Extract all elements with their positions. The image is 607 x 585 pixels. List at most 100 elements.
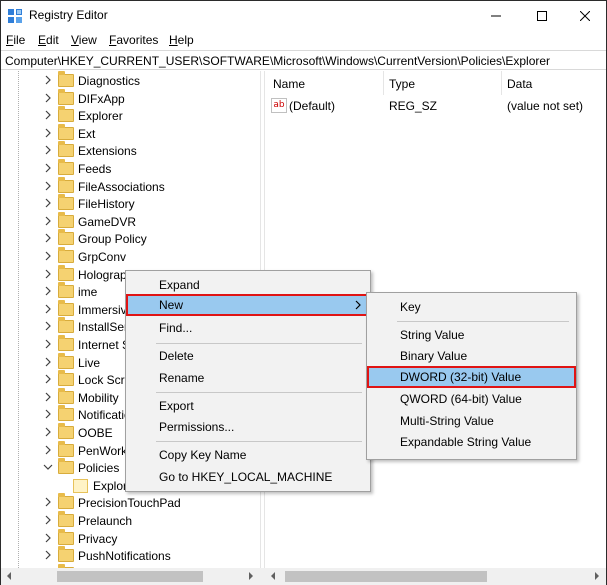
- chevron-right-icon[interactable]: [43, 269, 53, 279]
- tree-item[interactable]: Privacy: [1, 528, 260, 548]
- chevron-right-icon[interactable]: [43, 110, 53, 120]
- maximize-icon: [537, 10, 547, 21]
- context-item-rename[interactable]: Rename: [126, 367, 370, 389]
- submenu-item-string-value[interactable]: String Value: [367, 324, 576, 346]
- menu-separator: [156, 441, 362, 442]
- context-item-permissions[interactable]: Permissions...: [126, 416, 370, 438]
- scroll-left-icon[interactable]: [5, 572, 13, 580]
- tree-item[interactable]: GameDVR: [1, 211, 260, 231]
- context-item-label: Permissions...: [159, 420, 235, 434]
- folder-icon: [58, 71, 74, 87]
- submenu-item-label: Binary Value: [400, 349, 468, 363]
- context-item-find[interactable]: Find...: [126, 317, 370, 339]
- tree-item-label: GrpConv: [78, 250, 127, 264]
- chevron-right-icon[interactable]: [43, 304, 53, 314]
- folder-shape: [58, 511, 74, 527]
- context-item-goto-hklm[interactable]: Go to HKEY_LOCAL_MACHINE: [126, 466, 370, 488]
- menu-file[interactable]: File: [6, 33, 25, 47]
- submenu-item-dword-value[interactable]: DWORD (32-bit) Value: [367, 366, 576, 388]
- context-item-delete[interactable]: Delete: [126, 345, 370, 367]
- chevron-right-icon[interactable]: [43, 321, 53, 331]
- menu-view[interactable]: View: [71, 33, 97, 47]
- context-item-new[interactable]: New: [126, 294, 370, 316]
- chevron-right-icon[interactable]: [43, 198, 53, 208]
- address-path[interactable]: Computer\HKEY_CURRENT_USER\SOFTWARE\Micr…: [5, 54, 550, 68]
- scroll-right-icon[interactable]: [247, 572, 255, 580]
- chevron-right-icon[interactable]: [43, 163, 53, 173]
- folder-shape: [73, 478, 88, 493]
- chevron-right-icon[interactable]: [43, 357, 53, 367]
- chevron-right-icon[interactable]: [43, 145, 53, 155]
- context-item-export[interactable]: Export: [126, 395, 370, 417]
- scrollbar-thumb[interactable]: [285, 571, 487, 582]
- context-item-copy-key-name[interactable]: Copy Key Name: [126, 444, 370, 466]
- tree-item[interactable]: Explorer: [1, 106, 260, 125]
- menu-help[interactable]: Help: [169, 33, 194, 47]
- tree-item[interactable]: FileHistory: [1, 194, 260, 213]
- chevron-right-icon[interactable]: [43, 497, 53, 507]
- column-header-type[interactable]: Type: [389, 71, 415, 95]
- context-item-label: Rename: [159, 371, 205, 385]
- chevron-right-icon[interactable]: [43, 128, 53, 138]
- tree-item-label: FileAssociations: [78, 179, 165, 194]
- menu-edit-rest: dit: [46, 33, 59, 47]
- tree-item[interactable]: Extensions: [1, 141, 260, 160]
- folder-shape: [58, 176, 74, 193]
- chevron-right-icon[interactable]: [43, 374, 53, 384]
- value-row[interactable]: ab (Default) REG_SZ (value not set): [265, 97, 606, 115]
- folder-icon: [58, 123, 74, 140]
- context-item-label: Find...: [159, 321, 193, 335]
- chevron-right-icon[interactable]: [43, 445, 53, 455]
- chevron-right-icon[interactable]: [43, 216, 53, 226]
- submenu-item-qword-value[interactable]: QWORD (64-bit) Value: [367, 388, 576, 410]
- menu-edit[interactable]: Edit: [38, 33, 59, 47]
- column-separator[interactable]: [383, 71, 384, 95]
- submenu-item-binary-value[interactable]: Binary Value: [367, 345, 576, 367]
- horizontal-scrollbar[interactable]: [1, 568, 606, 585]
- chevron-right-icon[interactable]: [43, 286, 53, 296]
- tree-item[interactable]: Prelaunch: [1, 511, 260, 530]
- column-header-name[interactable]: Name: [273, 71, 305, 95]
- folder-shape: [58, 387, 74, 404]
- folder-icon: [58, 141, 74, 158]
- tree-item[interactable]: GrpConv: [1, 247, 260, 266]
- chevron-right-icon[interactable]: [43, 233, 53, 243]
- chevron-right-icon[interactable]: [43, 533, 53, 543]
- folder-icon: [58, 352, 74, 369]
- maximize-button[interactable]: [519, 1, 565, 30]
- chevron-right-icon[interactable]: [43, 339, 53, 349]
- scroll-left-icon[interactable]: [269, 572, 277, 580]
- folder-shape: [58, 352, 74, 369]
- tree-item[interactable]: PrecisionTouchPad: [1, 493, 260, 512]
- address-bar[interactable]: Computer\HKEY_CURRENT_USER\SOFTWARE\Micr…: [1, 50, 606, 70]
- tree-item[interactable]: FileAssociations: [1, 176, 260, 196]
- chevron-right-icon[interactable]: [43, 75, 53, 85]
- close-button[interactable]: [562, 1, 607, 30]
- chevron-right-icon[interactable]: [43, 550, 53, 560]
- chevron-right-icon[interactable]: [43, 181, 53, 191]
- tree-item[interactable]: Feeds: [1, 159, 260, 178]
- menu-favorites[interactable]: Favorites: [109, 33, 158, 47]
- tree-item[interactable]: DIFxApp: [1, 88, 260, 108]
- column-separator[interactable]: [501, 71, 502, 95]
- chevron-right-icon[interactable]: [43, 392, 53, 402]
- chevron-right-icon[interactable]: [43, 251, 53, 261]
- column-header-data[interactable]: Data: [507, 71, 532, 95]
- submenu-item-key[interactable]: Key: [367, 296, 576, 318]
- tree-item[interactable]: Group Policy: [1, 229, 260, 248]
- scrollbar-thumb[interactable]: [57, 571, 203, 582]
- context-item-expand[interactable]: Expand: [126, 274, 370, 296]
- folder-icon: [58, 423, 74, 439]
- tree-item[interactable]: PushNotifications: [1, 546, 260, 565]
- chevron-right-icon[interactable]: [43, 93, 53, 103]
- chevron-down-icon[interactable]: [43, 462, 53, 472]
- scroll-right-icon[interactable]: [593, 572, 601, 580]
- minimize-button[interactable]: [473, 1, 519, 30]
- chevron-right-icon[interactable]: [43, 515, 53, 525]
- chevron-right-icon[interactable]: [43, 427, 53, 437]
- tree-item[interactable]: Diagnostics: [1, 71, 260, 90]
- submenu-item-expandable-string-value[interactable]: Expandable String Value: [367, 431, 576, 453]
- chevron-right-icon[interactable]: [43, 409, 53, 419]
- tree-item[interactable]: Ext: [1, 123, 260, 143]
- submenu-item-multi-string-value[interactable]: Multi-String Value: [367, 410, 576, 432]
